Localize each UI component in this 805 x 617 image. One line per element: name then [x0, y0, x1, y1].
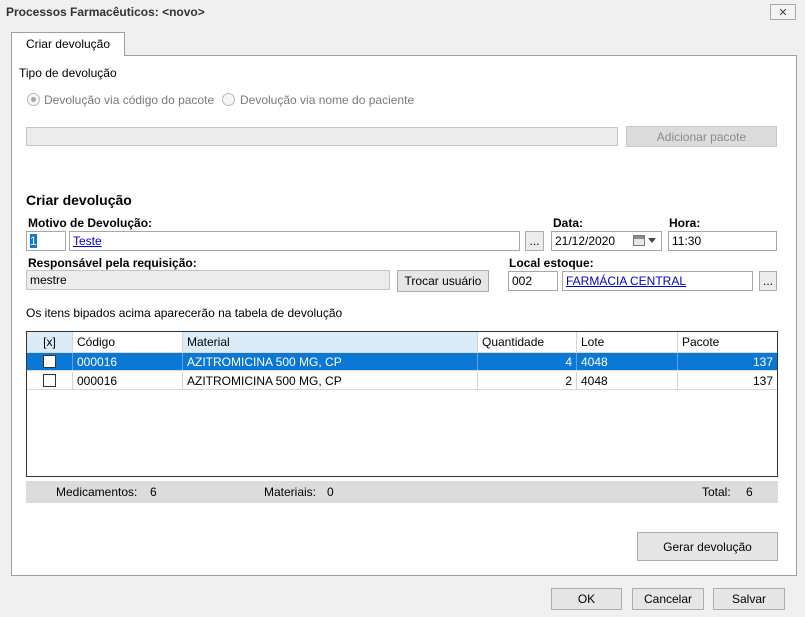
radio-codigo-pacote-label: Devolução via código do pacote	[44, 93, 215, 107]
responsavel-label: Responsável pela requisição:	[28, 256, 197, 270]
window-title: Processos Farmacêuticos: <novo>	[6, 5, 205, 19]
data-value: 21/12/2020	[555, 234, 616, 248]
local-estoque-label: Local estoque:	[509, 256, 594, 270]
cell-lote: 4048	[577, 372, 678, 389]
hora-input[interactable]: 11:30	[668, 231, 777, 251]
cell-quantidade: 2	[478, 372, 577, 389]
header-check[interactable]: [x]	[27, 332, 73, 352]
header-lote[interactable]: Lote	[577, 332, 678, 352]
tipo-devolucao-label: Tipo de devolução	[19, 66, 117, 80]
devolucao-table[interactable]: [x] Código Material Quantidade Lote Paco…	[26, 331, 778, 477]
motivo-text-field[interactable]: Teste	[69, 231, 520, 251]
motivo-text-link[interactable]: Teste	[73, 234, 102, 248]
cell-material: AZITROMICINA 500 MG, CP	[183, 353, 478, 370]
row-checkbox[interactable]	[43, 374, 56, 387]
row-checkbox-cell	[27, 353, 73, 370]
header-quantidade[interactable]: Quantidade	[478, 332, 577, 352]
local-text-field[interactable]: FARMÁCIA CENTRAL	[562, 271, 753, 291]
hora-label: Hora:	[669, 216, 701, 230]
row-checkbox[interactable]	[43, 355, 56, 368]
radio-nome-paciente-label: Devolução via nome do paciente	[240, 93, 415, 107]
data-input[interactable]: 21/12/2020	[551, 231, 662, 251]
data-label: Data:	[553, 216, 584, 230]
cell-material: AZITROMICINA 500 MG, CP	[183, 372, 478, 389]
cancel-button[interactable]: Cancelar	[632, 588, 704, 610]
calendar-icon[interactable]	[633, 235, 645, 246]
gerar-devolucao-button[interactable]: Gerar devolução	[637, 532, 778, 561]
materiais-label: Materiais:	[264, 485, 317, 499]
table-row[interactable]: 000016 AZITROMICINA 500 MG, CP 2 4048 13…	[27, 372, 777, 390]
local-code-input[interactable]: 002	[508, 271, 558, 291]
cell-quantidade: 4	[478, 353, 577, 370]
cell-codigo: 000016	[73, 353, 183, 370]
section-title: Criar devolução	[26, 192, 132, 208]
header-codigo[interactable]: Código	[73, 332, 183, 352]
chevron-down-icon[interactable]	[648, 238, 656, 243]
cell-lote: 4048	[577, 353, 678, 370]
medicamentos-value: 6	[150, 485, 157, 499]
cell-pacote: 137	[752, 354, 773, 369]
radio-nome-paciente[interactable]	[222, 93, 235, 106]
materiais-value: 0	[327, 485, 334, 499]
cell-codigo: 000016	[73, 372, 183, 389]
summary-bar	[26, 481, 778, 503]
close-button[interactable]: ✕	[770, 4, 796, 20]
header-material[interactable]: Material	[183, 332, 478, 352]
motivo-label: Motivo de Devolução:	[28, 216, 153, 230]
total-value: 6	[746, 485, 753, 499]
table-header: [x] Código Material Quantidade Lote Paco…	[27, 332, 777, 353]
ok-button[interactable]: OK	[551, 588, 622, 610]
row-checkbox-cell	[27, 372, 73, 389]
total-label: Total:	[702, 485, 731, 499]
header-pacote[interactable]: Pacote	[678, 332, 777, 352]
radio-codigo-pacote[interactable]	[27, 93, 40, 106]
motivo-code-input[interactable]: 1	[26, 231, 66, 251]
local-text-link[interactable]: FARMÁCIA CENTRAL	[566, 274, 686, 288]
responsavel-input: mestre	[26, 270, 390, 290]
adicionar-pacote-button[interactable]: Adicionar pacote	[626, 126, 777, 147]
info-text: Os itens bipados acima aparecerão na tab…	[26, 306, 343, 320]
cell-pacote: 137	[752, 373, 773, 388]
table-row[interactable]: 000016 AZITROMICINA 500 MG, CP 4 4048 13…	[27, 353, 777, 371]
motivo-lookup-button[interactable]: ...	[525, 231, 544, 251]
save-button[interactable]: Salvar	[713, 588, 785, 610]
trocar-usuario-button[interactable]: Trocar usuário	[397, 270, 489, 292]
pacote-input[interactable]	[26, 127, 618, 146]
close-icon: ✕	[778, 6, 788, 19]
medicamentos-label: Medicamentos:	[56, 485, 138, 499]
local-lookup-button[interactable]: ...	[759, 271, 777, 291]
tab-criar-devolucao[interactable]: Criar devolução	[11, 32, 125, 56]
motivo-code-value: 1	[30, 234, 37, 248]
